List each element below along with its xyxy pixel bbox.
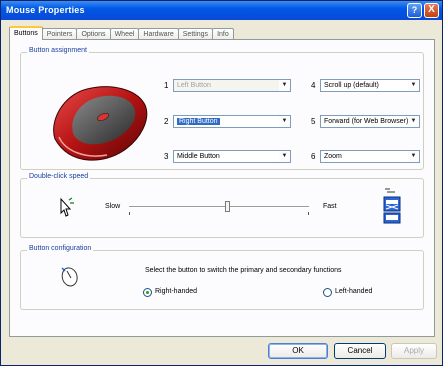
slow-label: Slow <box>105 203 121 210</box>
left-handed-label[interactable]: Left-handed <box>335 288 372 295</box>
slider-track <box>129 206 309 208</box>
tab-panel: Button assignment 1 Left Button ▼ 2 Righ… <box>9 39 435 337</box>
button-3-number: 3 <box>164 152 169 161</box>
button-3-value: Middle Button <box>177 153 220 160</box>
double-click-slider[interactable] <box>225 201 230 212</box>
tab-strip: Buttons Pointers Options Wheel Hardware … <box>9 26 234 40</box>
slider-tick-max <box>308 212 309 215</box>
mouse-icon <box>53 86 148 161</box>
mouse-icon <box>61 267 78 287</box>
chevron-down-icon: ▼ <box>408 80 419 91</box>
chevron-down-icon: ▼ <box>279 80 290 91</box>
cancel-button[interactable]: Cancel <box>334 343 386 359</box>
mouse-properties-window: Mouse Properties ? X Buttons Pointers Op… <box>0 0 443 366</box>
double-click-group: Double-click speed Slow Fast <box>20 173 424 238</box>
apply-button[interactable]: Apply <box>391 343 437 359</box>
pointer-icon <box>60 197 74 217</box>
button-4-combo[interactable]: Scroll up (default) ▼ <box>320 79 420 92</box>
button-assignment-group: Button assignment 1 Left Button ▼ 2 Righ… <box>20 47 424 170</box>
folder-icon[interactable] <box>381 187 403 227</box>
button-3-combo[interactable]: Middle Button ▼ <box>173 150 291 163</box>
chevron-down-icon: ▼ <box>279 151 290 162</box>
button-6-value: Zoom <box>324 153 342 160</box>
button-6-number: 6 <box>311 152 316 161</box>
close-button[interactable]: X <box>424 3 439 18</box>
button-1-number: 1 <box>164 81 169 90</box>
slider-tick-min <box>129 212 130 215</box>
right-handed-label[interactable]: Right-handed <box>155 288 197 295</box>
button-config-label: Button configuration <box>27 245 94 252</box>
button-4-value: Scroll up (default) <box>324 82 379 89</box>
button-assignment-label: Button assignment <box>27 47 89 54</box>
double-click-label: Double-click speed <box>27 173 91 180</box>
button-2-value: Right Button <box>177 118 220 125</box>
button-4-number: 4 <box>311 81 316 90</box>
button-2-combo[interactable]: Right Button ▼ <box>173 115 291 128</box>
button-config-description: Select the button to switch the primary … <box>145 267 342 274</box>
button-1-value: Left Button <box>177 82 211 89</box>
button-config-group: Button configuration Select the button t… <box>20 245 424 310</box>
button-5-number: 5 <box>311 117 316 126</box>
button-5-value: Forward (for Web Browser) <box>324 118 409 125</box>
chevron-down-icon: ▼ <box>408 151 419 162</box>
right-handed-radio[interactable] <box>143 288 152 297</box>
button-1-combo: Left Button ▼ <box>173 79 291 92</box>
window-title: Mouse Properties <box>6 5 85 15</box>
help-button[interactable]: ? <box>407 3 422 18</box>
ok-button[interactable]: OK <box>268 343 328 359</box>
left-handed-radio[interactable] <box>323 288 332 297</box>
button-6-combo[interactable]: Zoom ▼ <box>320 150 420 163</box>
button-5-combo[interactable]: Forward (for Web Browser) ▼ <box>320 115 420 128</box>
chevron-down-icon: ▼ <box>408 116 419 127</box>
fast-label: Fast <box>323 203 337 210</box>
chevron-down-icon: ▼ <box>279 116 290 127</box>
button-2-number: 2 <box>164 117 169 126</box>
tab-buttons[interactable]: Buttons <box>9 26 43 40</box>
title-bar[interactable]: Mouse Properties ? X <box>1 1 442 20</box>
